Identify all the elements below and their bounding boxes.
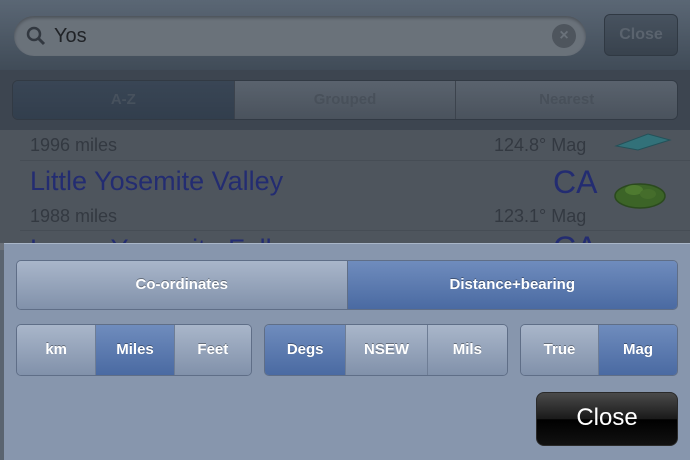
search-bar: Yos × Close — [0, 0, 690, 70]
angle-degs-option[interactable]: Degs — [265, 325, 346, 375]
row-divider — [20, 160, 690, 161]
tab-a-z[interactable]: A-Z — [13, 81, 234, 119]
distance-unit-control: km Miles Feet — [16, 324, 252, 376]
unit-miles-option[interactable]: Miles — [95, 325, 174, 375]
search-close-button[interactable]: Close — [604, 14, 678, 56]
angle-nsew-option[interactable]: NSEW — [345, 325, 427, 375]
map-area-icon — [614, 133, 672, 151]
tab-grouped[interactable]: Grouped — [233, 81, 456, 119]
item-distance: 1988 miles — [30, 206, 118, 226]
close-button[interactable]: Close — [536, 392, 678, 446]
north-reference-control: True Mag — [520, 324, 678, 376]
item-bearing: 123.1° Mag — [494, 206, 587, 226]
tab-nearest[interactable]: Nearest — [455, 81, 677, 119]
north-mag-option[interactable]: Mag — [598, 325, 677, 375]
map-area-icon — [614, 183, 666, 209]
search-input[interactable]: Yos × — [14, 16, 586, 56]
clear-icon[interactable]: × — [552, 24, 576, 48]
distance-bearing-option[interactable]: Distance+bearing — [346, 261, 677, 309]
unit-km-option[interactable]: km — [17, 325, 96, 375]
item-bearing: 124.8° Mag — [494, 135, 587, 155]
results-list: 1996 miles 124.8° Mag Little Yosemite Va… — [0, 130, 690, 250]
item-state: CA — [553, 164, 598, 200]
search-icon — [26, 26, 46, 46]
display-mode-control: Co-ordinates Distance+bearing — [16, 260, 678, 310]
list-sort-tabs: A-Z Grouped Nearest — [12, 80, 678, 120]
coordinates-option[interactable]: Co-ordinates — [17, 261, 347, 309]
unit-feet-option[interactable]: Feet — [173, 325, 251, 375]
north-true-option[interactable]: True — [521, 325, 598, 375]
angle-mils-option[interactable]: Mils — [426, 325, 507, 375]
item-distance: 1996 miles — [30, 135, 118, 155]
angle-format-control: Degs NSEW Mils — [264, 324, 508, 376]
search-query: Yos — [54, 25, 87, 47]
item-name: Little Yosemite Valley — [30, 166, 284, 196]
